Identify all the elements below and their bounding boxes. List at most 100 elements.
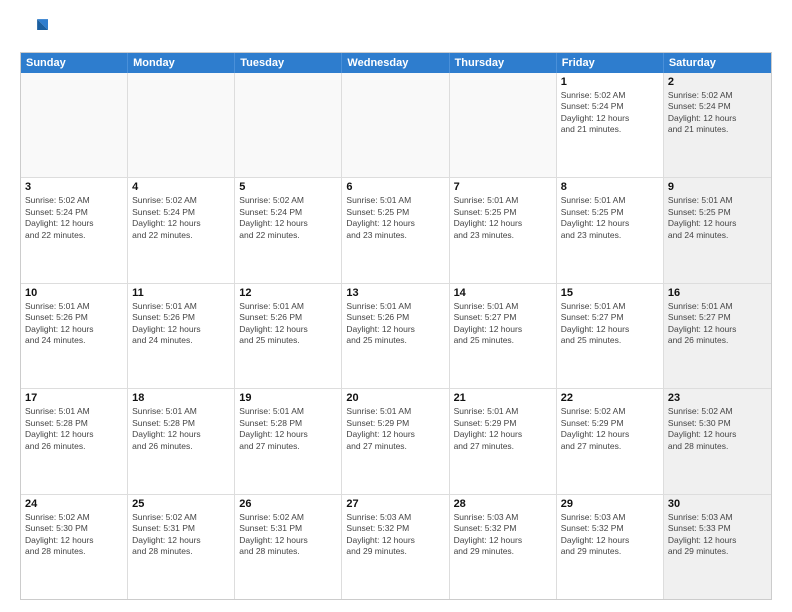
day-cell-15: 15 Sunrise: 5:01 AM Sunset: 5:27 PM Dayli… (557, 284, 664, 388)
empty-cell-0-4 (450, 73, 557, 177)
day-number: 20 (346, 392, 444, 404)
day-info: Sunrise: 5:01 AM Sunset: 5:25 PM Dayligh… (346, 195, 444, 241)
day-number: 14 (454, 287, 552, 299)
day-cell-21: 21 Sunrise: 5:01 AM Sunset: 5:29 PM Dayli… (450, 389, 557, 493)
day-info: Sunrise: 5:01 AM Sunset: 5:29 PM Dayligh… (454, 406, 552, 452)
day-number: 21 (454, 392, 552, 404)
header (20, 16, 772, 44)
weekday-header-tuesday: Tuesday (235, 53, 342, 73)
day-info: Sunrise: 5:01 AM Sunset: 5:26 PM Dayligh… (346, 301, 444, 347)
day-info: Sunrise: 5:02 AM Sunset: 5:30 PM Dayligh… (668, 406, 767, 452)
day-info: Sunrise: 5:01 AM Sunset: 5:28 PM Dayligh… (239, 406, 337, 452)
calendar-row-2: 10 Sunrise: 5:01 AM Sunset: 5:26 PM Dayli… (21, 284, 771, 389)
day-info: Sunrise: 5:01 AM Sunset: 5:25 PM Dayligh… (668, 195, 767, 241)
day-info: Sunrise: 5:01 AM Sunset: 5:28 PM Dayligh… (132, 406, 230, 452)
day-info: Sunrise: 5:01 AM Sunset: 5:29 PM Dayligh… (346, 406, 444, 452)
logo-icon (20, 16, 48, 44)
day-info: Sunrise: 5:02 AM Sunset: 5:31 PM Dayligh… (239, 512, 337, 558)
day-info: Sunrise: 5:03 AM Sunset: 5:32 PM Dayligh… (561, 512, 659, 558)
day-cell-24: 24 Sunrise: 5:02 AM Sunset: 5:30 PM Dayli… (21, 495, 128, 599)
day-info: Sunrise: 5:02 AM Sunset: 5:31 PM Dayligh… (132, 512, 230, 558)
day-number: 28 (454, 498, 552, 510)
day-info: Sunrise: 5:02 AM Sunset: 5:24 PM Dayligh… (239, 195, 337, 241)
day-info: Sunrise: 5:03 AM Sunset: 5:32 PM Dayligh… (346, 512, 444, 558)
day-cell-20: 20 Sunrise: 5:01 AM Sunset: 5:29 PM Dayli… (342, 389, 449, 493)
day-info: Sunrise: 5:02 AM Sunset: 5:24 PM Dayligh… (25, 195, 123, 241)
day-info: Sunrise: 5:01 AM Sunset: 5:27 PM Dayligh… (561, 301, 659, 347)
day-cell-23: 23Sunrise: 5:02 AM Sunset: 5:30 PM Dayli… (664, 389, 771, 493)
day-cell-18: 18 Sunrise: 5:01 AM Sunset: 5:28 PM Dayli… (128, 389, 235, 493)
page: SundayMondayTuesdayWednesdayThursdayFrid… (0, 0, 792, 612)
day-number: 24 (25, 498, 123, 510)
day-info: Sunrise: 5:01 AM Sunset: 5:27 PM Dayligh… (668, 301, 767, 347)
day-number: 9 (668, 181, 767, 193)
day-number: 27 (346, 498, 444, 510)
day-number: 17 (25, 392, 123, 404)
day-info: Sunrise: 5:01 AM Sunset: 5:28 PM Dayligh… (25, 406, 123, 452)
day-number: 29 (561, 498, 659, 510)
weekday-header-thursday: Thursday (450, 53, 557, 73)
day-info: Sunrise: 5:01 AM Sunset: 5:26 PM Dayligh… (132, 301, 230, 347)
day-number: 25 (132, 498, 230, 510)
day-cell-16: 16 Sunrise: 5:01 AM Sunset: 5:27 PM Dayli… (664, 284, 771, 388)
calendar-header: SundayMondayTuesdayWednesdayThursdayFrid… (21, 53, 771, 73)
day-cell-9: 9 Sunrise: 5:01 AM Sunset: 5:25 PM Daylig… (664, 178, 771, 282)
day-cell-10: 10 Sunrise: 5:01 AM Sunset: 5:26 PM Dayli… (21, 284, 128, 388)
day-cell-12: 12 Sunrise: 5:01 AM Sunset: 5:26 PM Dayli… (235, 284, 342, 388)
weekday-header-friday: Friday (557, 53, 664, 73)
day-number: 15 (561, 287, 659, 299)
day-cell-8: 8 Sunrise: 5:01 AM Sunset: 5:25 PM Daylig… (557, 178, 664, 282)
day-info: Sunrise: 5:01 AM Sunset: 5:25 PM Dayligh… (561, 195, 659, 241)
calendar-body: 1 Sunrise: 5:02 AM Sunset: 5:24 PM Daylig… (21, 73, 771, 599)
weekday-header-monday: Monday (128, 53, 235, 73)
day-number: 22 (561, 392, 659, 404)
day-number: 3 (25, 181, 123, 193)
day-number: 26 (239, 498, 337, 510)
calendar-row-4: 24 Sunrise: 5:02 AM Sunset: 5:30 PM Dayli… (21, 495, 771, 599)
day-cell-28: 28 Sunrise: 5:03 AM Sunset: 5:32 PM Dayli… (450, 495, 557, 599)
day-cell-19: 19 Sunrise: 5:01 AM Sunset: 5:28 PM Dayli… (235, 389, 342, 493)
day-cell-27: 27 Sunrise: 5:03 AM Sunset: 5:32 PM Dayli… (342, 495, 449, 599)
day-cell-2: 2Sunrise: 5:02 AM Sunset: 5:24 PM Daylig… (664, 73, 771, 177)
day-cell-1: 1Sunrise: 5:02 AM Sunset: 5:24 PM Daylig… (557, 73, 664, 177)
day-number: 30 (668, 498, 767, 510)
weekday-header-wednesday: Wednesday (342, 53, 449, 73)
day-cell-6: 6Sunrise: 5:01 AM Sunset: 5:25 PM Daylig… (342, 178, 449, 282)
day-info: Sunrise: 5:01 AM Sunset: 5:26 PM Dayligh… (239, 301, 337, 347)
weekday-header-saturday: Saturday (664, 53, 771, 73)
day-number: 7 (454, 181, 552, 193)
day-number: 19 (239, 392, 337, 404)
day-number: 12 (239, 287, 337, 299)
day-number: 18 (132, 392, 230, 404)
day-number: 10 (25, 287, 123, 299)
day-number: 8 (561, 181, 659, 193)
day-cell-14: 14Sunrise: 5:01 AM Sunset: 5:27 PM Dayli… (450, 284, 557, 388)
day-info: Sunrise: 5:02 AM Sunset: 5:24 PM Dayligh… (132, 195, 230, 241)
day-cell-13: 13 Sunrise: 5:01 AM Sunset: 5:26 PM Dayli… (342, 284, 449, 388)
day-number: 11 (132, 287, 230, 299)
day-info: Sunrise: 5:01 AM Sunset: 5:26 PM Dayligh… (25, 301, 123, 347)
day-cell-11: 11 Sunrise: 5:01 AM Sunset: 5:26 PM Dayli… (128, 284, 235, 388)
day-cell-17: 17 Sunrise: 5:01 AM Sunset: 5:28 PM Dayli… (21, 389, 128, 493)
day-info: Sunrise: 5:02 AM Sunset: 5:30 PM Dayligh… (25, 512, 123, 558)
day-cell-7: 7 Sunrise: 5:01 AM Sunset: 5:25 PM Daylig… (450, 178, 557, 282)
day-cell-4: 4 Sunrise: 5:02 AM Sunset: 5:24 PM Daylig… (128, 178, 235, 282)
day-number: 13 (346, 287, 444, 299)
empty-cell-0-0 (21, 73, 128, 177)
empty-cell-0-3 (342, 73, 449, 177)
day-cell-30: 30 Sunrise: 5:03 AM Sunset: 5:33 PM Dayli… (664, 495, 771, 599)
day-cell-22: 22Sunrise: 5:02 AM Sunset: 5:29 PM Dayli… (557, 389, 664, 493)
day-info: Sunrise: 5:01 AM Sunset: 5:25 PM Dayligh… (454, 195, 552, 241)
day-cell-25: 25 Sunrise: 5:02 AM Sunset: 5:31 PM Dayli… (128, 495, 235, 599)
day-info: Sunrise: 5:02 AM Sunset: 5:24 PM Dayligh… (668, 90, 767, 136)
day-number: 1 (561, 76, 659, 88)
day-info: Sunrise: 5:03 AM Sunset: 5:32 PM Dayligh… (454, 512, 552, 558)
day-number: 16 (668, 287, 767, 299)
day-cell-26: 26 Sunrise: 5:02 AM Sunset: 5:31 PM Dayli… (235, 495, 342, 599)
day-number: 4 (132, 181, 230, 193)
calendar-row-0: 1 Sunrise: 5:02 AM Sunset: 5:24 PM Daylig… (21, 73, 771, 178)
day-cell-29: 29 Sunrise: 5:03 AM Sunset: 5:32 PM Dayli… (557, 495, 664, 599)
day-info: Sunrise: 5:03 AM Sunset: 5:33 PM Dayligh… (668, 512, 767, 558)
calendar-row-1: 3 Sunrise: 5:02 AM Sunset: 5:24 PM Daylig… (21, 178, 771, 283)
empty-cell-0-1 (128, 73, 235, 177)
